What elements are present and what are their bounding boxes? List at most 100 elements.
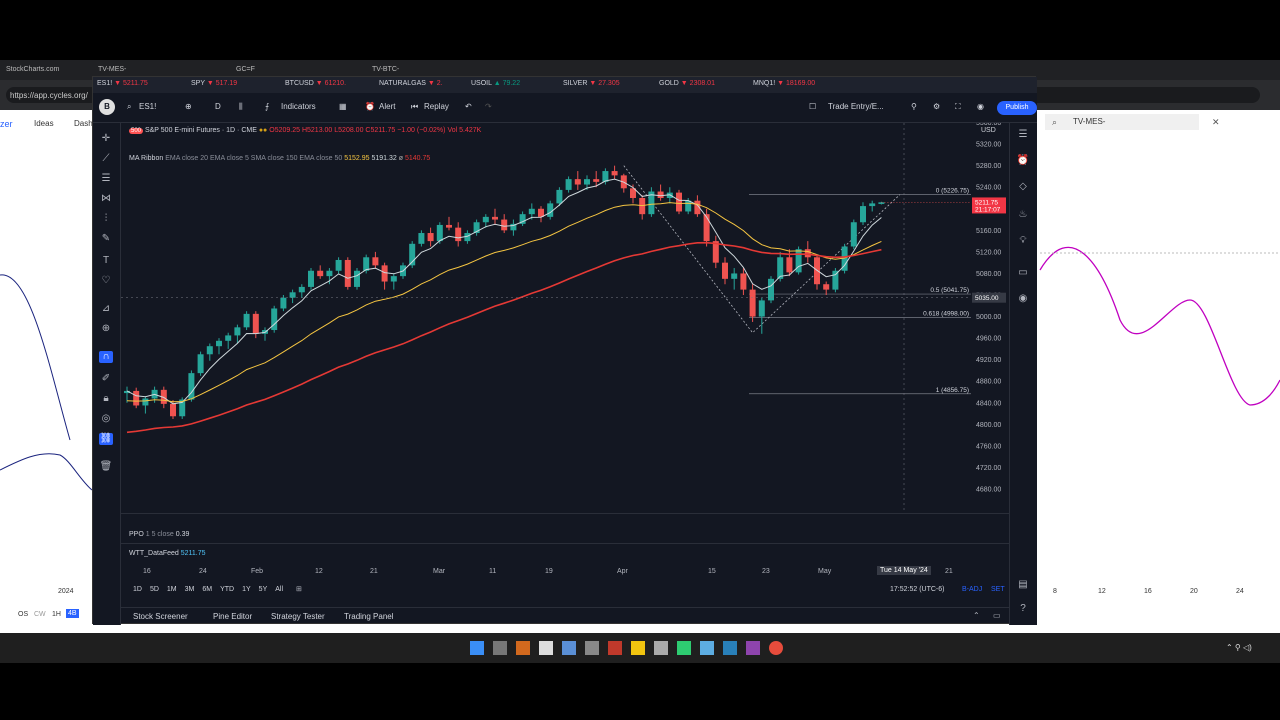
app-icon[interactable] — [746, 641, 760, 655]
set-toggle[interactable]: SET — [991, 586, 1005, 593]
range-button-1y[interactable]: 1Y — [242, 586, 251, 593]
camera-icon[interactable]: ◉ — [977, 102, 984, 111]
magnet-icon[interactable]: ∩ — [99, 351, 113, 363]
clock[interactable]: 17:52:52 (UTC-6) — [890, 586, 944, 593]
trash-icon[interactable]: 🗑︎ — [99, 461, 113, 473]
ticker-tab[interactable]: SPY ▼ 517.19 — [191, 80, 237, 87]
search-icon[interactable] — [493, 641, 507, 655]
price-chart[interactable]: 0 (5226.75) 0.5 (5041.75) 0.618 (4998.00) 1… — [121, 123, 1009, 513]
calendar-icon[interactable]: ▤ — [1016, 579, 1030, 593]
alerts-icon[interactable]: ⏰ — [1016, 155, 1030, 169]
pane-divider[interactable] — [121, 513, 1009, 514]
add-symbol-icon[interactable]: ⊕ — [185, 102, 192, 111]
bg-interval[interactable]: 1H — [52, 611, 61, 618]
redo-icon[interactable]: ↷ — [485, 102, 492, 111]
ticker-tab[interactable]: BTCUSD ▼ 61210. — [285, 80, 346, 87]
alert-icon[interactable]: ⏰ — [365, 102, 375, 111]
bg-interval-active[interactable]: 4B — [66, 609, 79, 618]
tradingview-icon[interactable] — [539, 641, 553, 655]
forecast-tool-icon[interactable]: ⫶ — [99, 213, 113, 225]
layouts-icon[interactable]: ▦ — [339, 102, 347, 111]
range-button-5d[interactable]: 5D — [150, 586, 159, 593]
app-icon[interactable] — [700, 641, 714, 655]
settings-icon[interactable]: ⚙ — [933, 102, 940, 111]
app-icon[interactable] — [562, 641, 576, 655]
range-button-all[interactable]: All — [275, 586, 283, 593]
hotlist-icon[interactable]: ♨ — [1016, 209, 1030, 223]
b-adj-toggle[interactable]: B-ADJ — [962, 586, 982, 593]
undo-icon[interactable]: ↶ — [465, 102, 472, 111]
fib-tool-icon[interactable]: ☰ — [99, 173, 113, 185]
ticker-tab[interactable]: USOIL ▲ 79.22 — [471, 80, 520, 87]
replay-button[interactable]: Replay — [424, 102, 449, 111]
date-range-icon[interactable]: ⊞ — [296, 585, 302, 593]
layers-icon[interactable]: ◇ — [1016, 181, 1030, 195]
quick-search-icon[interactable]: ⚲ — [911, 102, 917, 111]
ppo-legend[interactable]: PPO 1 5 close 0.39 — [129, 531, 189, 538]
chat-icon[interactable]: ▭ — [1016, 267, 1030, 281]
ticker-tab[interactable]: MNQ1! ▼ 18169.00 — [753, 80, 815, 87]
bg-interval[interactable]: OS — [18, 611, 28, 618]
lock-icon[interactable]: 🔒︎ — [99, 393, 113, 405]
wtt-legend[interactable]: WTT_DataFeed 5211.75 — [129, 550, 206, 557]
pattern-tool-icon[interactable]: ⋈ — [99, 193, 113, 205]
ticker-tab[interactable]: GOLD ▼ 2308.01 — [659, 80, 715, 87]
price-axis[interactable]: 5400.005360.005320.005280.005240.005200.… — [976, 123, 1001, 494]
zoom-icon[interactable]: ⊕ — [99, 323, 113, 335]
bg-nav-item[interactable]: zer — [0, 119, 13, 129]
alert-button[interactable]: Alert — [379, 102, 395, 111]
bg-search-field[interactable]: TV-MES- — [1045, 114, 1199, 130]
ticker-tab[interactable]: NATURALGAS ▼ 2. — [379, 80, 443, 87]
heart-icon[interactable]: ♡ — [99, 275, 113, 287]
app-icon[interactable] — [654, 641, 668, 655]
ma-ribbon-legend[interactable]: MA Ribbon EMA close 20 EMA close 5 SMA c… — [129, 155, 430, 162]
maximize-panel-icon[interactable]: ▭ — [993, 611, 1001, 620]
help-icon[interactable]: ? — [1016, 603, 1030, 617]
range-button-1d[interactable]: 1D — [133, 586, 142, 593]
range-button-6m[interactable]: 6M — [202, 586, 212, 593]
layout-checkbox-icon[interactable]: ☐ — [809, 102, 816, 111]
range-button-5y[interactable]: 5Y — [259, 586, 268, 593]
folder-icon[interactable] — [631, 641, 645, 655]
symbol-search[interactable]: ES1! — [139, 102, 156, 111]
tab-stock-screener[interactable]: Stock Screener — [133, 612, 188, 621]
brush-icon[interactable]: ✎ — [99, 233, 113, 245]
layout-name-button[interactable]: Trade Entry/E... — [828, 102, 884, 111]
currency-label[interactable]: USD — [981, 127, 996, 134]
sync-drawings-icon[interactable]: ⛓︎ — [99, 433, 113, 445]
range-button-ytd[interactable]: YTD — [220, 586, 234, 593]
bg-interval[interactable]: CW — [34, 611, 46, 618]
bg-tab[interactable]: StockCharts.com — [0, 63, 70, 78]
ruler-icon[interactable]: ⊿ — [99, 303, 113, 315]
signals-icon[interactable]: ◉ — [1016, 293, 1030, 307]
app-icon[interactable] — [585, 641, 599, 655]
chart-type-icon[interactable]: ⫼ — [239, 102, 243, 112]
indicators-button[interactable]: Indicators — [281, 102, 316, 111]
avatar[interactable]: B — [99, 99, 115, 115]
browser-icon[interactable] — [516, 641, 530, 655]
app-icon[interactable] — [677, 641, 691, 655]
ideas-icon[interactable]: 💡︎ — [1016, 235, 1030, 249]
crosshair-icon[interactable]: ✛ — [99, 133, 113, 145]
pane-divider[interactable] — [121, 543, 1009, 544]
collapse-panel-icon[interactable]: ⌃ — [973, 611, 980, 620]
ticker-tab[interactable]: SILVER ▼ 27.305 — [563, 80, 620, 87]
close-icon[interactable]: ✕ — [1212, 117, 1220, 128]
eye-icon[interactable]: ◎ — [99, 413, 113, 425]
start-icon[interactable] — [470, 641, 484, 655]
bg-nav-item[interactable]: Dash — [74, 119, 93, 128]
interval-button[interactable]: D — [215, 102, 221, 111]
stay-drawing-icon[interactable]: ✐ — [99, 373, 113, 385]
range-button-1m[interactable]: 1M — [167, 586, 177, 593]
indicators-icon[interactable]: ⨍ — [265, 102, 269, 111]
replay-icon[interactable]: ⏮ — [411, 102, 418, 112]
tab-trading-panel[interactable]: Trading Panel — [344, 612, 394, 621]
trend-line-icon[interactable]: ⟋ — [99, 153, 113, 165]
chrome-icon[interactable] — [769, 641, 783, 655]
text-tool-icon[interactable]: T — [99, 255, 113, 267]
time-axis[interactable]: 16 24 Feb 12 21 Mar 11 19 Apr 15 23 May 21 Tue 14 May… — [121, 565, 1009, 579]
app-icon[interactable] — [608, 641, 622, 655]
tab-pine-editor[interactable]: Pine Editor — [213, 612, 252, 621]
bg-nav-item[interactable]: Ideas — [34, 119, 54, 128]
watchlist-icon[interactable]: ☰ — [1016, 129, 1030, 143]
